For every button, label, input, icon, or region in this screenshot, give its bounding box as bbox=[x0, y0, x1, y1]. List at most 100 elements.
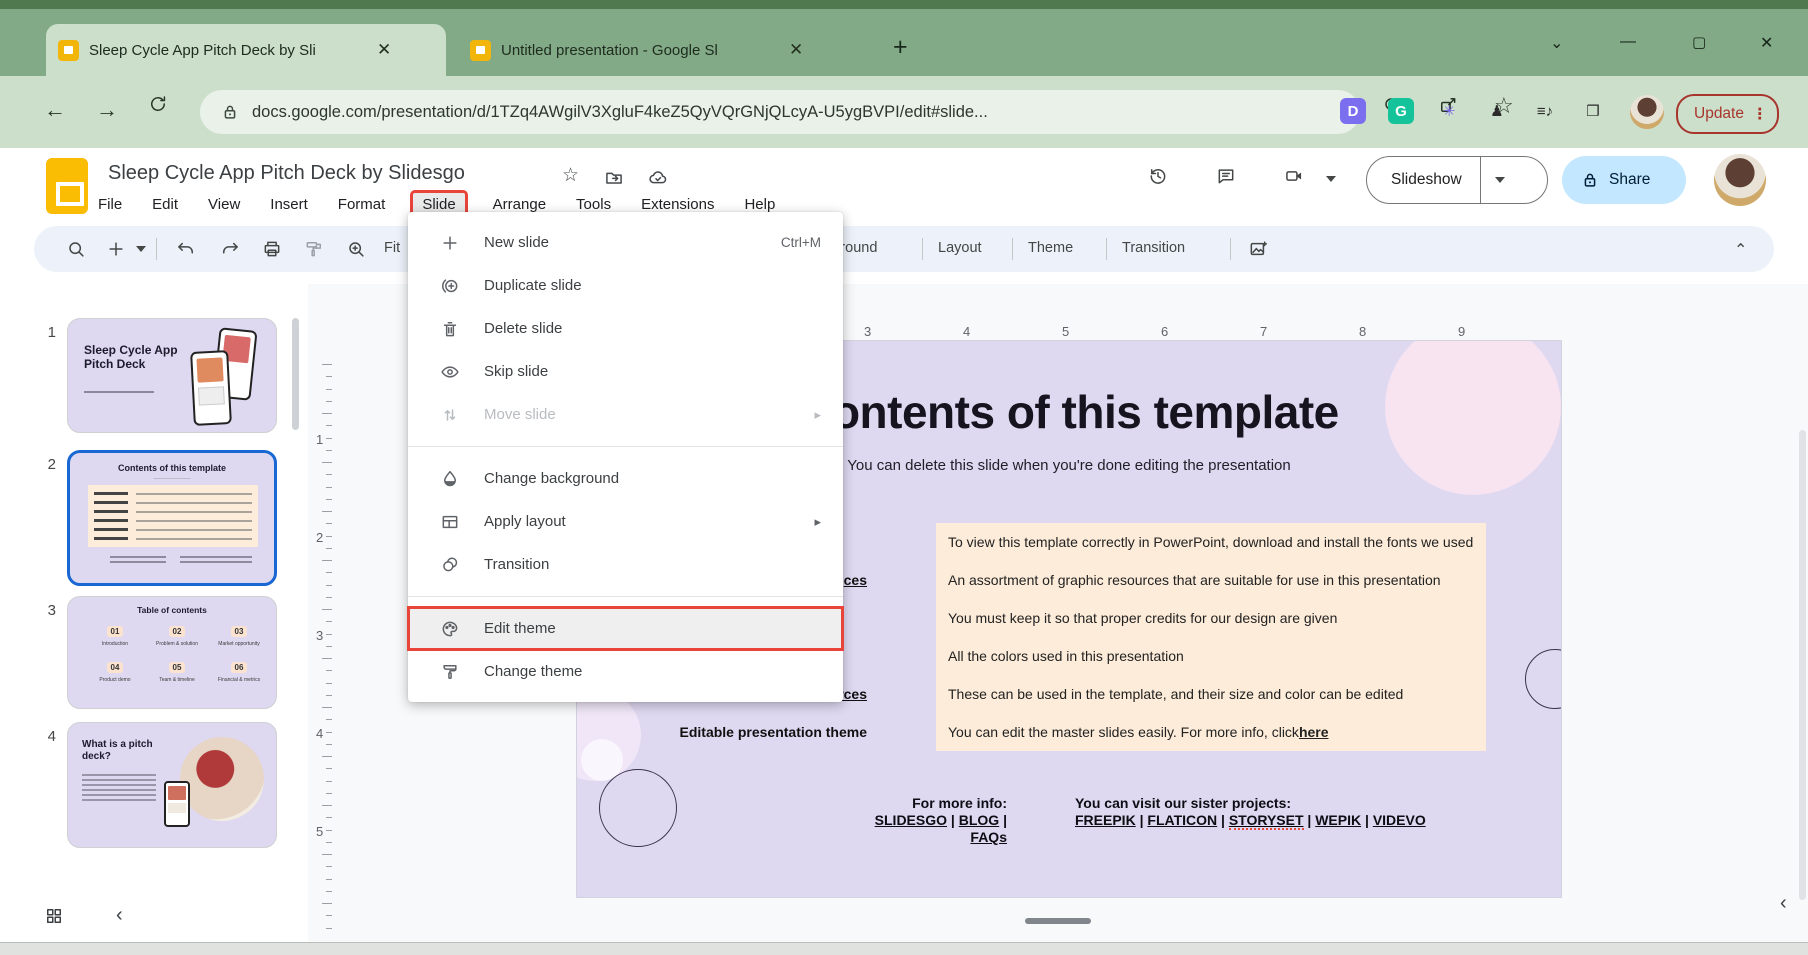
menu-item-duplicate-slide[interactable]: Duplicate slide bbox=[408, 264, 843, 307]
canvas-horizontal-scrollbar[interactable] bbox=[1025, 918, 1091, 924]
filmstrip-scrollbar[interactable] bbox=[292, 318, 299, 430]
menu-item-transition[interactable]: Transition bbox=[408, 543, 843, 586]
canvas-vertical-scrollbar[interactable] bbox=[1799, 430, 1806, 900]
grammarly-icon[interactable]: G bbox=[1388, 98, 1414, 124]
menubar-item-view[interactable]: View bbox=[206, 193, 242, 216]
star-doc-icon[interactable]: ☆ bbox=[562, 164, 579, 187]
menubar-item-insert[interactable]: Insert bbox=[268, 193, 310, 216]
print-icon[interactable] bbox=[262, 239, 282, 259]
layout-button[interactable]: Layout bbox=[938, 240, 982, 256]
window-maximize-button[interactable]: ▢ bbox=[1692, 33, 1706, 51]
h-ruler-number: 4 bbox=[963, 324, 970, 339]
asterisk-extension-icon[interactable]: ✳ bbox=[1436, 98, 1462, 124]
footer-link-wepik[interactable]: WEPIK bbox=[1315, 812, 1361, 828]
open-side-panel-icon[interactable]: ‹ bbox=[1780, 892, 1787, 915]
meet-caret-icon[interactable] bbox=[1326, 176, 1336, 182]
new-tab-button[interactable]: + bbox=[893, 35, 908, 60]
toc-item: 03Market opportunity bbox=[210, 621, 268, 647]
slide-menu-dropdown: New slideCtrl+MDuplicate slideDelete sli… bbox=[408, 212, 843, 702]
new-slide-plus-icon[interactable] bbox=[106, 239, 126, 259]
footer-link-storyset[interactable]: STORYSET bbox=[1229, 812, 1304, 830]
layout-icon bbox=[438, 510, 462, 534]
grid-view-icon[interactable] bbox=[44, 906, 64, 926]
back-button[interactable]: ← bbox=[44, 97, 66, 123]
side-panel-icon[interactable]: ❒ bbox=[1580, 98, 1606, 124]
toolbar-row: Fit Background Layout Theme Transition ⌃ bbox=[0, 220, 1808, 284]
footer-link-freepik[interactable]: FREEPIK bbox=[1075, 812, 1136, 828]
menubar-item-file[interactable]: File bbox=[96, 193, 124, 216]
browser-tab-1[interactable]: Sleep Cycle App Pitch Deck by Sli ✕ bbox=[46, 24, 446, 76]
meet-camera-icon[interactable] bbox=[1284, 166, 1304, 186]
slides-logo[interactable] bbox=[46, 158, 88, 214]
h-ruler-number: 9 bbox=[1458, 324, 1465, 339]
zoom-in-icon[interactable] bbox=[346, 239, 366, 259]
footer-link-blog[interactable]: BLOG bbox=[959, 812, 999, 828]
window-chevron-icon[interactable]: ⌄ bbox=[1550, 33, 1563, 53]
menubar-item-format[interactable]: Format bbox=[336, 193, 388, 216]
browser-avatar[interactable] bbox=[1630, 95, 1664, 129]
slide-thumbnail-3[interactable]: Table of contents01Introduction02Problem… bbox=[67, 596, 277, 709]
v-ruler-number: 1 bbox=[316, 432, 323, 447]
menubar-item-edit[interactable]: Edit bbox=[150, 193, 180, 216]
menu-item-move-slide[interactable]: Move slide▸ bbox=[408, 393, 843, 436]
table-inline-link[interactable]: here bbox=[1299, 724, 1329, 740]
menu-item-label: Move slide bbox=[484, 406, 556, 423]
tab-close-icon[interactable]: ✕ bbox=[377, 40, 391, 60]
window-minimize-button[interactable]: — bbox=[1620, 33, 1636, 51]
transition-button[interactable]: Transition bbox=[1122, 240, 1185, 256]
new-slide-caret-icon[interactable] bbox=[136, 246, 146, 252]
window-close-button[interactable]: ✕ bbox=[1760, 33, 1773, 53]
menu-shortcut: Ctrl+M bbox=[781, 235, 821, 250]
comments-icon[interactable] bbox=[1216, 166, 1236, 186]
puzzle-extension-icon[interactable]: ♟ bbox=[1484, 98, 1510, 124]
theme-button[interactable]: Theme bbox=[1028, 240, 1073, 256]
h-ruler-number: 5 bbox=[1062, 324, 1069, 339]
menu-item-new-slide[interactable]: New slideCtrl+M bbox=[408, 221, 843, 264]
footer-heading: For more info: bbox=[843, 795, 1007, 812]
table-right-text: You must keep it so that proper credits … bbox=[936, 599, 1486, 637]
share-button[interactable]: Share bbox=[1562, 156, 1686, 204]
footer-link-videvo[interactable]: VIDEVO bbox=[1373, 812, 1426, 828]
menu-item-edit-theme[interactable]: Edit theme bbox=[408, 607, 843, 650]
footer-link-flaticon[interactable]: FLATICON bbox=[1147, 812, 1217, 828]
trash-icon bbox=[438, 317, 462, 341]
move-folder-icon[interactable] bbox=[604, 168, 624, 188]
reload-button[interactable] bbox=[148, 94, 168, 114]
paint-format-icon[interactable] bbox=[304, 239, 324, 259]
slide-thumbnail-2[interactable]: Contents of this template───────────── bbox=[67, 450, 277, 586]
slide-thumbnail-4[interactable]: What is a pitch deck? bbox=[67, 722, 277, 848]
music-queue-icon[interactable]: ≡♪ bbox=[1532, 98, 1558, 124]
menu-item-delete-slide[interactable]: Delete slide bbox=[408, 307, 843, 350]
browser-tab-2[interactable]: Untitled presentation - Google Sl ✕ bbox=[458, 24, 858, 76]
update-button[interactable]: Update ⋮ bbox=[1676, 94, 1779, 134]
search-menus-icon[interactable] bbox=[66, 239, 86, 259]
address-bar[interactable]: docs.google.com/presentation/d/1TZq4AWgi… bbox=[200, 90, 1360, 134]
palette-icon bbox=[438, 617, 462, 641]
redo-icon[interactable] bbox=[220, 239, 240, 259]
menu-item-change-theme[interactable]: Change theme bbox=[408, 650, 843, 693]
forward-button[interactable]: → bbox=[96, 97, 118, 123]
undo-icon[interactable] bbox=[176, 239, 196, 259]
footer-link-slidesgo[interactable]: SLIDESGO bbox=[875, 812, 947, 828]
insert-image-icon[interactable] bbox=[1248, 239, 1268, 259]
fit-zoom-select[interactable]: Fit bbox=[384, 240, 400, 256]
slideshow-dropdown[interactable] bbox=[1480, 157, 1519, 203]
toc-item: 06Financial & metrics bbox=[210, 657, 268, 683]
slide-thumbnail-1[interactable]: Sleep Cycle App Pitch Deck bbox=[67, 318, 277, 433]
outline-circle-decoration bbox=[599, 769, 677, 847]
menu-item-change-background[interactable]: Change background bbox=[408, 457, 843, 500]
footer-sister-projects: You can visit our sister projects: FREEP… bbox=[1075, 795, 1435, 829]
menu-item-apply-layout[interactable]: Apply layout▸ bbox=[408, 500, 843, 543]
slideshow-button[interactable]: Slideshow bbox=[1366, 156, 1548, 204]
collapse-filmstrip-icon[interactable]: ‹ bbox=[116, 904, 123, 927]
doc-title[interactable]: Sleep Cycle App Pitch Deck by Slidesgo bbox=[108, 162, 465, 185]
collapse-toolbar-icon[interactable]: ⌃ bbox=[1734, 240, 1747, 260]
version-history-icon[interactable] bbox=[1148, 166, 1168, 186]
account-avatar[interactable] bbox=[1714, 154, 1766, 206]
tab-close-icon[interactable]: ✕ bbox=[789, 40, 803, 60]
browser-menu-dots-icon[interactable]: ⋮ bbox=[1752, 105, 1768, 124]
footer-link-faqs[interactable]: FAQs bbox=[970, 829, 1007, 845]
slide-number: 1 bbox=[30, 324, 56, 341]
d-extension-icon[interactable]: D bbox=[1340, 98, 1366, 124]
menu-item-skip-slide[interactable]: Skip slide bbox=[408, 350, 843, 393]
